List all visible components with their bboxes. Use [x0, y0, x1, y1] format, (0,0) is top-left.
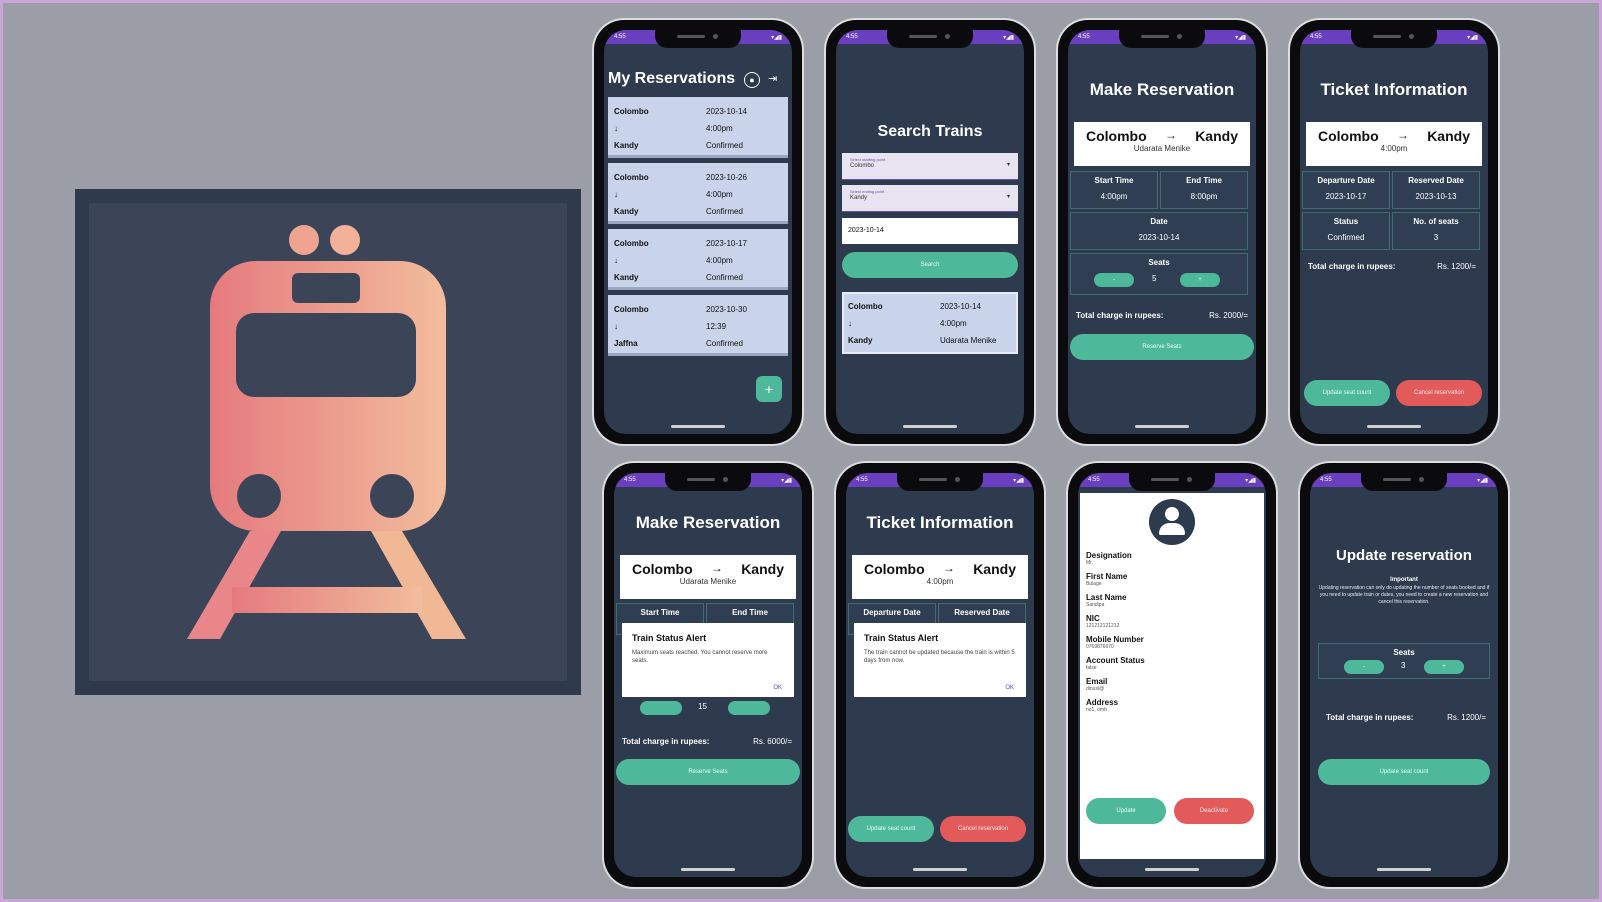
reserve-seats-button[interactable]: Reserve Seats — [1070, 334, 1254, 360]
update-seat-count-button[interactable]: Update seat count — [1304, 380, 1390, 406]
reservation-card[interactable]: Colombo ↓ Kandy 2023-10-14 4:00pm Confirmed — [608, 97, 788, 158]
total-charge-value: Rs. 1200/= — [1437, 262, 1476, 271]
seats-plus-button[interactable] — [728, 701, 770, 715]
end-point-select[interactable]: Select ending point Kandy ▾ — [842, 185, 1018, 212]
page-title: Search Trains — [877, 123, 983, 140]
add-reservation-button[interactable]: + — [756, 376, 782, 402]
profile-field[interactable]: Last Name Sandipa — [1086, 593, 1258, 608]
important-label: Important — [1390, 577, 1418, 583]
reserve-seats-button[interactable]: Reserve Seats — [616, 759, 800, 785]
deactivate-button[interactable]: Deactivate — [1174, 798, 1254, 824]
route-card: Colombo → Kandy Udarata Menike — [1074, 122, 1250, 166]
seats-minus-button[interactable]: - — [1344, 660, 1384, 674]
status-cell: Status Confirmed — [1302, 212, 1390, 250]
chevron-down-icon: ▾ — [1006, 162, 1010, 168]
update-button[interactable]: Update — [1086, 798, 1166, 824]
reserved-date-cell: Reserved Date 2023-10-13 — [1392, 171, 1480, 209]
chevron-down-icon: ▾ — [1006, 194, 1010, 200]
profile-icon[interactable]: ● — [744, 72, 760, 88]
total-charge: Total charge in rupees: — [622, 737, 710, 746]
phone-profile: 4:55 ▾◢▮ Designation Mr. First Name Bulage … — [1068, 463, 1276, 887]
total-charge: Total charge in rupees: — [1076, 311, 1164, 320]
seats-plus-button[interactable]: + — [1180, 273, 1220, 287]
date-cell: Date 2023-10-14 — [1070, 212, 1248, 250]
route-card: Colombo → Kandy 4:00pm — [852, 555, 1028, 599]
seats-plus-button[interactable]: + — [1424, 660, 1464, 674]
profile-field[interactable]: NIC 121212121212 — [1086, 614, 1258, 629]
start-time-cell: Start Time 4:00pm — [1070, 171, 1158, 209]
signal-icon: ▾◢▮ — [771, 34, 782, 41]
phone-make-reservation: 4:55 ▾◢▮ Make Reservation Colombo → Kandy U… — [1058, 20, 1266, 444]
seats-minus-button[interactable]: - — [1094, 273, 1134, 287]
seats-count: 5 — [1152, 274, 1157, 283]
status-time: 4:55 — [614, 34, 626, 40]
reservation-card[interactable]: Colombo ↓ Kandy 2023-10-17 4:00pm Confirmed — [608, 229, 788, 290]
update-seat-count-button[interactable]: Update seat count — [848, 816, 934, 842]
page-title: Ticket Information — [1320, 80, 1468, 99]
reservation-card[interactable]: Colombo ↓ Jaffna 2023-10-30 12:39 Confirmed — [608, 295, 788, 356]
total-charge: Total charge in rupees: — [1326, 713, 1414, 722]
dialog-ok-button[interactable]: OK — [1005, 685, 1014, 691]
page-title: Make Reservation — [635, 513, 781, 532]
app-logo — [75, 189, 581, 695]
profile-field[interactable]: Designation Mr. — [1086, 551, 1258, 566]
phone-ticket-information: 4:55 ▾◢▮ Ticket Information Colombo → Kandy… — [1290, 20, 1498, 444]
logout-icon[interactable]: ⇥ — [768, 72, 782, 86]
phone-update-reservation: 4:55 ▾◢▮ Update reservation Important Upd… — [1300, 463, 1508, 887]
train-icon — [187, 225, 466, 639]
cancel-reservation-button[interactable]: Cancel reservation — [940, 816, 1026, 842]
page-title: Update reservation — [1336, 547, 1472, 564]
start-point-select[interactable]: Select starting point Colombo ▾ — [842, 153, 1018, 180]
page-title: Ticket Information — [866, 513, 1014, 532]
update-seat-count-button[interactable]: Update seat count — [1318, 759, 1490, 785]
date-field[interactable]: 2023-10-14 — [842, 218, 1018, 244]
profile-field[interactable]: Account Status false — [1086, 656, 1258, 671]
phone-my-reservations: 4:55 ▾◢▮ My Reservations ● ⇥ Colombo ↓ Kand… — [594, 20, 802, 444]
profile-field[interactable]: Address no1, omb — [1086, 698, 1258, 713]
profile-field[interactable]: Mobile Number 0769876670 — [1086, 635, 1258, 650]
seats-count-cell: No. of seats 3 — [1392, 212, 1480, 250]
phone-ticket-information-alert: 4:55 ▾◢▮ Ticket Information Colombo → Kandy… — [836, 463, 1044, 887]
seats-count: 3 — [1401, 661, 1406, 670]
seats-minus-button[interactable] — [640, 701, 682, 715]
route-card: Colombo → Kandy 4:00pm — [1306, 122, 1482, 166]
route-card: Colombo → Kandy Udarata Menike — [620, 555, 796, 599]
total-charge-value: Rs. 2000/= — [1209, 311, 1248, 320]
end-time-cell: End Time 8:00pm — [1160, 171, 1248, 209]
phone-make-reservation-alert: 4:55 ▾◢▮ Make Reservation Colombo → Kandy U… — [604, 463, 812, 887]
profile-field[interactable]: First Name Bulage — [1086, 572, 1258, 587]
alert-dialog: Train Status Alert Maximum seats reached… — [622, 623, 794, 697]
phone-search-trains: 4:55 ▾◢▮ Search Trains Select starting po… — [826, 20, 1034, 444]
reservation-card[interactable]: Colombo ↓ Kandy 2023-10-26 4:00pm Confirmed — [608, 163, 788, 224]
profile-field[interactable]: Email dinusl@ — [1086, 677, 1258, 692]
page-title: My Reservations — [608, 70, 736, 87]
avatar — [1149, 499, 1195, 545]
total-charge-value: Rs. 1200/= — [1447, 713, 1486, 722]
page-title: Make Reservation — [1089, 80, 1235, 99]
cancel-reservation-button[interactable]: Cancel reservation — [1396, 380, 1482, 406]
search-button[interactable]: Search — [842, 252, 1018, 278]
total-charge-value: Rs. 6000/= — [753, 737, 792, 746]
departure-date-cell: Departure Date 2023-10-17 — [1302, 171, 1390, 209]
dialog-ok-button[interactable]: OK — [773, 685, 782, 691]
train-result-card[interactable]: Colombo ↓ Kandy 2023-10-14 4:00pm Udarata Me… — [842, 292, 1018, 354]
alert-dialog: Train Status Alert The train cannot be u… — [854, 623, 1026, 697]
seats-count: 15 — [698, 702, 707, 711]
important-message: Updating reservation can only do updatin… — [1318, 585, 1490, 605]
total-charge: Total charge in rupees: — [1308, 262, 1396, 271]
